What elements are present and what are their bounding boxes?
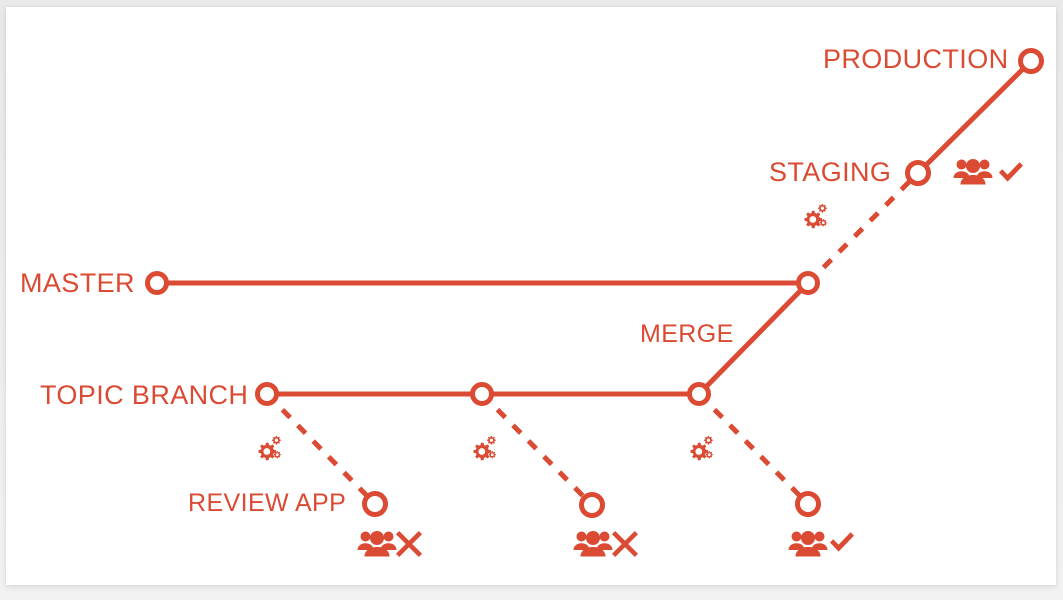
- staging-label: STAGING: [769, 157, 892, 187]
- commit-node-icon-review-app-1[interactable]: [362, 491, 388, 517]
- cogs-icon-review-app-2: [473, 435, 509, 468]
- times-icon-review-app-1: [396, 531, 422, 557]
- commit-node-icon-review-app-2[interactable]: [579, 492, 605, 518]
- cogs-icon-review-app-1: [258, 435, 294, 468]
- commit-node-icon-topic-1[interactable]: [255, 382, 279, 406]
- commit-node-icon-topic-3[interactable]: [687, 382, 711, 406]
- check-icon-staging: [997, 158, 1025, 186]
- commit-node-icon-master-start[interactable]: [145, 271, 169, 295]
- production-label: PRODUCTION: [823, 44, 1009, 74]
- cogs-icon-staging: [804, 203, 840, 236]
- commit-node-icon-topic-2[interactable]: [470, 382, 494, 406]
- users-icon-review-app-2: [573, 529, 613, 559]
- topic-branch-label: TOPIC BRANCH: [40, 380, 249, 410]
- check-icon-review-app-3: [828, 528, 856, 556]
- cogs-icon-review-app-3: [690, 435, 726, 468]
- review-app-label: REVIEW APP: [188, 489, 347, 517]
- commit-node-icon-production[interactable]: [1018, 48, 1044, 74]
- users-icon-review-app-3: [788, 529, 828, 559]
- screenshot-root: PRODUCTION STAGING MASTER MERGE TOPIC BR…: [0, 0, 1063, 600]
- users-icon-staging: [953, 157, 993, 187]
- times-icon-review-app-2: [612, 531, 638, 557]
- commit-node-icon-review-app-3[interactable]: [795, 491, 821, 517]
- commit-node-icon-master-merge[interactable]: [796, 271, 820, 295]
- merge-label: MERGE: [640, 320, 734, 348]
- branching-diagram: [145, 48, 1044, 518]
- commit-node-icon-staging[interactable]: [905, 160, 931, 186]
- master-label: MASTER: [20, 268, 135, 298]
- users-icon-review-app-1: [357, 529, 397, 559]
